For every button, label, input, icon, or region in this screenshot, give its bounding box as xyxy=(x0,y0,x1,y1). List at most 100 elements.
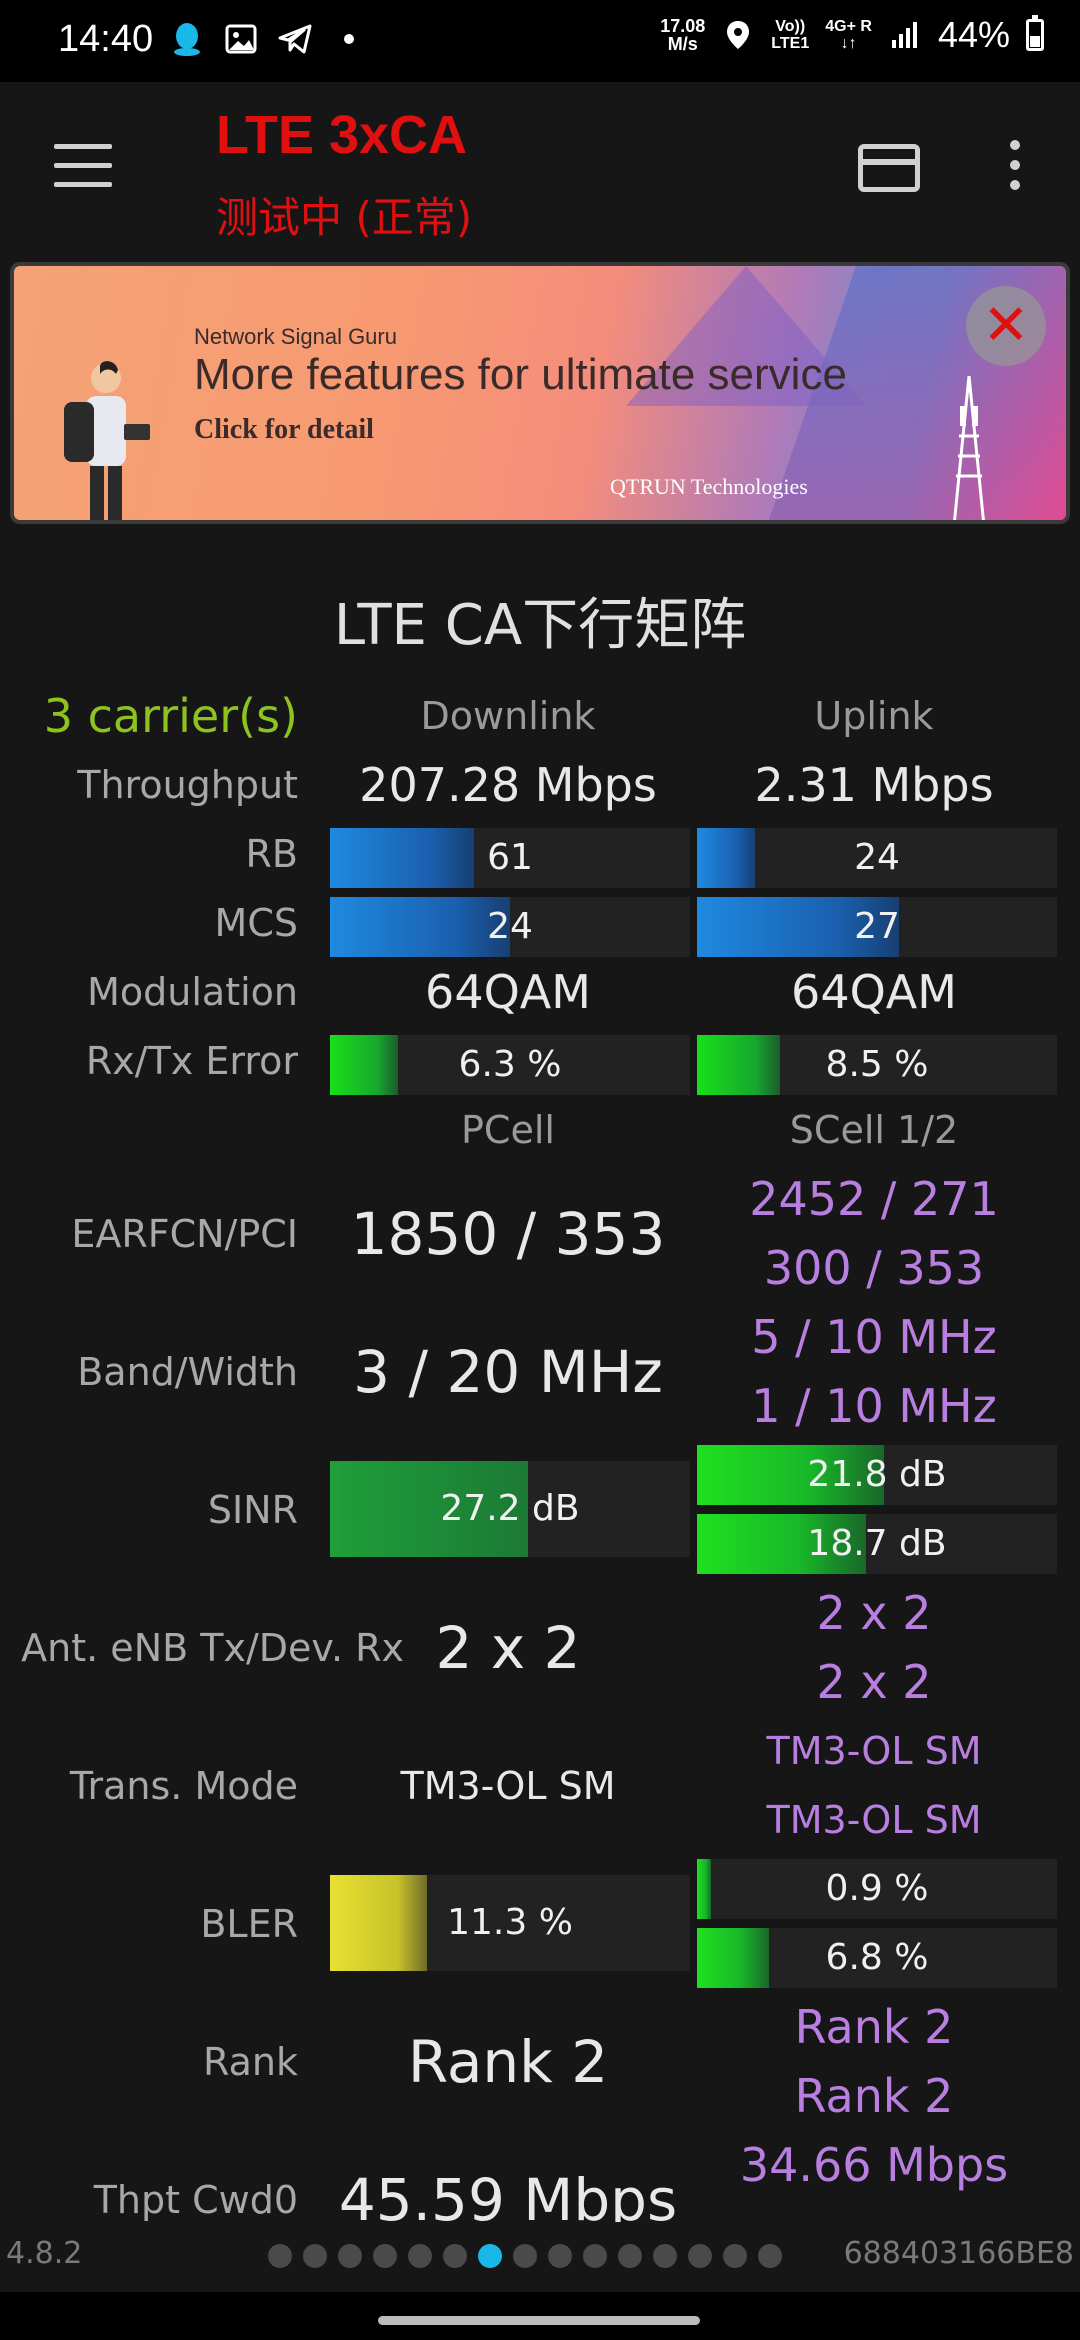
thpt-cwd0-scell1: 34.66 Mbps xyxy=(739,2138,1009,2192)
location-icon xyxy=(721,18,755,52)
sinr-pcell-bar: 27.2 dB xyxy=(330,1461,690,1557)
matrix-title: LTE CA下行矩阵 xyxy=(333,593,747,658)
earfcn-scell2: 300 / 353 xyxy=(763,1241,985,1295)
mcs-label: MCS xyxy=(214,901,298,945)
scell-header: SCell 1/2 xyxy=(789,1108,959,1152)
uplink-header: Uplink xyxy=(814,694,934,738)
home-indicator[interactable] xyxy=(378,2316,700,2325)
rb-label: RB xyxy=(245,832,298,876)
trans-mode-scell1: TM3-OL SM xyxy=(766,1729,982,1773)
bler-pcell-bar: 11.3 % xyxy=(330,1875,690,1971)
sinr-scell2-value: 18.7 dB xyxy=(807,1523,947,1564)
speed-value: 17.08 xyxy=(660,16,706,36)
sinr-scell1-value: 21.8 dB xyxy=(807,1454,947,1495)
page-dot[interactable] xyxy=(723,2244,747,2268)
throughput-ul: 2.31 Mbps xyxy=(754,758,994,812)
bler-scell1-bar: 0.9 % xyxy=(697,1859,1057,1919)
card-view-button[interactable] xyxy=(858,144,920,192)
bler-scell2-bar: 6.8 % xyxy=(697,1928,1057,1988)
bler-scell2-value: 6.8 % xyxy=(825,1937,929,1978)
page-dot[interactable] xyxy=(618,2244,642,2268)
rank-pcell: Rank 2 xyxy=(407,2028,609,2096)
more-options-button[interactable] xyxy=(1004,140,1026,196)
app-bar: LTE 3xCA 测试中 (正常) xyxy=(0,82,1080,262)
modulation-ul: 64QAM xyxy=(791,965,957,1019)
error-ul-value: 8.5 % xyxy=(825,1044,929,1085)
cell-header-row: PCell SCell 1/2 xyxy=(0,1096,1080,1165)
mcs-dl-bar: 24 xyxy=(330,897,690,957)
battery-icon xyxy=(1026,15,1044,51)
mcs-row: MCS 24 27 xyxy=(0,889,1080,958)
earfcn-row: EARFCN/PCI 1850 / 353 2452 / 271 300 / 3… xyxy=(0,1165,1080,1303)
network-speed: 17.08 M/s xyxy=(660,17,705,53)
cell-tower-illustration xyxy=(953,376,985,520)
lte-label: LTE1 xyxy=(771,35,810,52)
error-label: Rx/Tx Error xyxy=(85,1039,298,1083)
modulation-row: Modulation 64QAM 64QAM xyxy=(0,958,1080,1027)
error-dl-bar: 6.3 % xyxy=(330,1035,690,1095)
ad-banner[interactable]: Network Signal Guru More features for ul… xyxy=(10,262,1070,524)
app-subtitle: 测试中 (正常) xyxy=(216,193,473,242)
data-arrows-icon: ↓↑ xyxy=(840,35,857,52)
banner-company: QTRUN Technologies xyxy=(610,474,808,499)
band-row: Band/Width 3 / 20 MHz 5 / 10 MHz 1 / 10 … xyxy=(0,1303,1080,1441)
antenna-scell1: 2 x 2 xyxy=(816,1586,932,1640)
page-dot[interactable] xyxy=(688,2244,712,2268)
footer: 4.8.2 688403166BE8 xyxy=(0,2222,1080,2292)
page-dot[interactable] xyxy=(303,2244,327,2268)
page-dot[interactable] xyxy=(513,2244,537,2268)
mcs-ul-value: 27 xyxy=(854,906,900,947)
page-dot[interactable] xyxy=(653,2244,677,2268)
rank-row: Rank Rank 2 Rank 2 Rank 2 xyxy=(0,1993,1080,2131)
banner-headline: More features for ultimate service xyxy=(194,350,847,399)
throughput-dl: 207.28 Mbps xyxy=(359,758,657,812)
rank-scell1: Rank 2 xyxy=(794,2000,954,2054)
page-dot[interactable] xyxy=(478,2244,502,2268)
antenna-scell2: 2 x 2 xyxy=(816,1655,932,1709)
downlink-header: Downlink xyxy=(420,694,596,738)
sinr-row: SINR 27.2 dB 21.8 dB 18.7 dB xyxy=(0,1441,1080,1579)
trans-mode-scell2: TM3-OL SM xyxy=(766,1798,982,1842)
page-dot[interactable] xyxy=(408,2244,432,2268)
app-title: LTE 3xCA xyxy=(216,105,468,165)
throughput-row: Throughput 207.28 Mbps 2.31 Mbps xyxy=(0,751,1080,820)
page-dot[interactable] xyxy=(338,2244,362,2268)
carrier-header-row: 3 carrier(s) Downlink Uplink xyxy=(0,682,1080,751)
throughput-label: Throughput xyxy=(77,763,298,807)
band-scell1: 5 / 10 MHz xyxy=(751,1310,997,1364)
volte-indicator: Vo)) LTE1 xyxy=(771,18,809,52)
page-dot[interactable] xyxy=(758,2244,782,2268)
page-dot[interactable] xyxy=(443,2244,467,2268)
band-pcell: 3 / 20 MHz xyxy=(353,1338,663,1406)
close-ad-button[interactable]: ✕ xyxy=(966,286,1046,366)
rb-ul-value: 24 xyxy=(854,837,900,878)
antenna-pcell: 2 x 2 xyxy=(435,1614,581,1682)
gallery-icon xyxy=(224,22,258,56)
status-bar: 14:40 17.08 M/s Vo)) LTE1 4G+ R ↓↑ 44% xyxy=(0,0,1080,82)
network-type: 4G+ R ↓↑ xyxy=(825,18,872,52)
qq-icon xyxy=(170,22,204,56)
rb-dl-bar: 61 xyxy=(330,828,690,888)
battery-percent: 44% xyxy=(937,14,1010,55)
page-dot[interactable] xyxy=(373,2244,397,2268)
dot-icon xyxy=(332,22,366,56)
speed-unit: M/s xyxy=(667,34,698,54)
page-dot[interactable] xyxy=(268,2244,292,2268)
earfcn-label: EARFCN/PCI xyxy=(71,1212,298,1256)
sinr-label: SINR xyxy=(207,1488,298,1532)
menu-button[interactable] xyxy=(54,144,112,188)
thpt-cwd0-label: Thpt Cwd0 xyxy=(93,2178,298,2222)
modulation-dl: 64QAM xyxy=(425,965,591,1019)
page-indicator[interactable] xyxy=(268,2244,782,2268)
hamburger-icon xyxy=(54,144,112,149)
bler-row: BLER 11.3 % 0.9 % 6.8 % xyxy=(0,1855,1080,1993)
mcs-ul-bar: 27 xyxy=(697,897,1057,957)
trans-mode-label: Trans. Mode xyxy=(69,1764,298,1808)
page-dot[interactable] xyxy=(583,2244,607,2268)
carrier-count: 3 carrier(s) xyxy=(43,689,298,743)
person-illustration xyxy=(64,361,150,520)
rb-row: RB 61 24 xyxy=(0,820,1080,889)
sinr-scell2-bar: 18.7 dB xyxy=(697,1514,1057,1574)
notification-icons xyxy=(170,22,366,56)
page-dot[interactable] xyxy=(548,2244,572,2268)
